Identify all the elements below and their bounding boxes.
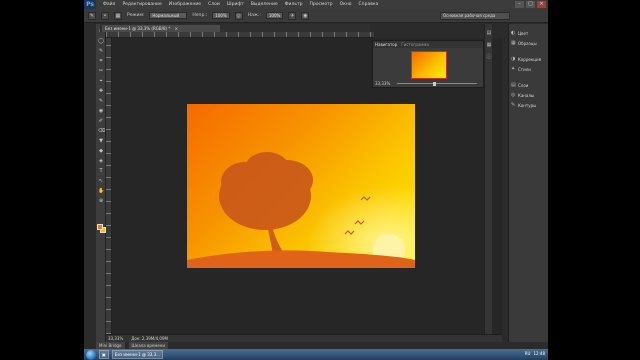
panel-layers[interactable]: ▤ Слои	[511, 80, 528, 90]
sunset-tree-illustration	[187, 104, 415, 268]
clock[interactable]: 12:48	[533, 351, 545, 356]
artboard-image[interactable]	[187, 104, 415, 268]
slice-tool-icon[interactable]: ✂	[98, 68, 104, 74]
flow-field[interactable]: 100%	[265, 12, 284, 19]
layers-icon: ▤	[511, 81, 516, 88]
photoshop-window: Ps Файл Редактирование Изображение Слои …	[84, 0, 548, 360]
tab-navigator[interactable]: Навигатор	[375, 42, 397, 47]
navigator-zoom-slider[interactable]	[397, 83, 477, 84]
close-tab-icon[interactable]: ×	[175, 26, 178, 31]
taskbar-photoshop-button[interactable]: Без имени-1 @ 33,3...	[111, 350, 163, 359]
windows-taskbar: ▣ Без имени-1 @ 33,3... RU 12:48	[84, 349, 548, 360]
pressure-opacity-icon[interactable]: ◎	[234, 11, 243, 20]
language-indicator[interactable]: RU	[525, 351, 531, 356]
panels-dock: ◐ Цвет ▦ Образцы ◑ Коррекция ✦ Стили ▤ С…	[508, 24, 548, 342]
opacity-label: Непр.:	[192, 13, 208, 18]
document-tab[interactable]: Без имени-1 @ 33,3% (RGB/8) * ×	[102, 25, 220, 32]
color-icon: ◐	[511, 29, 516, 36]
menu-select[interactable]: Выделение	[251, 2, 278, 7]
status-doc-size[interactable]: Док: 2,39M/4,09M	[131, 336, 168, 341]
menu-type[interactable]: Шрифт	[227, 2, 244, 7]
eraser-tool-icon[interactable]: ⌫	[98, 128, 105, 134]
blur-tool-icon[interactable]: ◆	[98, 148, 104, 154]
gradient-tool-icon[interactable]: ▼	[98, 138, 104, 144]
panel-channels[interactable]: ◎ Каналы	[511, 90, 534, 100]
window-controls: – □ ×	[515, 1, 546, 8]
paths-icon: ✎	[511, 101, 516, 108]
menu-filter[interactable]: Фильтр	[285, 2, 303, 7]
pressure-size-icon[interactable]: ◉	[301, 11, 310, 20]
path-select-icon[interactable]: ↖	[98, 178, 104, 184]
menu-layers[interactable]: Слои	[208, 2, 220, 7]
dodge-tool-icon[interactable]: ◈	[98, 158, 104, 164]
zoom-tool-icon[interactable]: ⊕	[98, 198, 104, 204]
panel-paths[interactable]: ✎ Контуры	[511, 100, 536, 110]
status-bar: 33,33% Док: 2,39M/4,09M	[106, 334, 502, 342]
foreground-color-swatch[interactable]	[97, 224, 103, 230]
crop-tool-icon[interactable]: ⌗	[98, 58, 104, 64]
lasso-tool-icon[interactable]: ✎	[98, 48, 104, 54]
document-tab-title: Без имени-1 @ 33,3% (RGB/8) *	[105, 26, 171, 31]
history-panel-icon[interactable]: ▤	[486, 30, 492, 36]
swatches-icon: ▦	[511, 39, 516, 46]
document-tab-bar: Без имени-1 @ 33,3% (RGB/8) * ×	[100, 24, 370, 32]
maximize-button[interactable]: □	[526, 1, 535, 8]
mode-label: Режим:	[127, 13, 145, 18]
panel-swatches[interactable]: ▦ Образцы	[511, 38, 537, 48]
menu-bar: Ps Файл Редактирование Изображение Слои …	[84, 0, 548, 9]
panel-color[interactable]: ◐ Цвет	[511, 28, 528, 38]
panel-styles[interactable]: ✦ Стили	[511, 64, 531, 74]
panel-adjustments[interactable]: ◑ Коррекция	[511, 54, 541, 64]
marquee-tool-icon[interactable]: ◯	[98, 38, 104, 44]
navigator-thumbnail[interactable]	[411, 51, 447, 79]
minimize-button[interactable]: –	[515, 1, 524, 8]
brush-panel-icon[interactable]: ▦	[114, 11, 122, 20]
tab-timeline[interactable]: Шкала времени	[128, 342, 169, 349]
collapsed-panel-dock: ▤ ▦ ⓘ	[484, 24, 492, 342]
mode-select[interactable]: Нормальный	[149, 12, 188, 19]
brush-preset-icon[interactable]: •	[101, 11, 109, 20]
properties-panel-icon[interactable]: ▦	[486, 42, 492, 48]
menu-help[interactable]: Справка	[359, 2, 379, 7]
airbrush-icon[interactable]: ✈	[288, 11, 297, 20]
tab-mini-bridge[interactable]: Mini Bridge	[96, 342, 125, 349]
info-panel-icon[interactable]: ⓘ	[486, 54, 492, 60]
start-button-icon[interactable]	[86, 349, 96, 360]
brush-tool-icon[interactable]: ✎	[98, 98, 104, 104]
options-bar: ✎ • ▦ Режим: Нормальный Непр.: 100% ◎ На…	[84, 9, 548, 23]
menu-edit[interactable]: Редактирование	[122, 2, 161, 7]
photoshop-logo-icon: Ps	[84, 0, 96, 9]
eyedropper-tool-icon[interactable]: ⌖	[98, 78, 104, 84]
flow-label: Наж.:	[247, 13, 261, 18]
bottom-panel-tabs: Mini Bridge Шкала времени	[96, 342, 246, 349]
brush-tool-icon[interactable]: ✎	[88, 11, 96, 20]
healing-tool-icon[interactable]: ✚	[98, 88, 104, 94]
close-button[interactable]: ×	[537, 1, 546, 8]
type-tool-icon[interactable]: T	[98, 168, 104, 174]
channels-icon: ◎	[511, 91, 516, 98]
adjustments-icon: ◑	[511, 55, 516, 62]
menu-file[interactable]: Файл	[103, 2, 115, 7]
menu-window[interactable]: Окно	[340, 2, 352, 7]
styles-icon: ✦	[511, 65, 516, 72]
stamp-tool-icon[interactable]: ◉	[98, 108, 104, 114]
opacity-field[interactable]: 100%	[212, 12, 230, 19]
system-tray: RU 12:48	[525, 351, 545, 356]
hand-tool-icon[interactable]: ✋	[98, 188, 104, 194]
menu-image[interactable]: Изображение	[169, 2, 201, 7]
history-brush-icon[interactable]: ✐	[98, 118, 104, 124]
menu-view[interactable]: Просмотр	[309, 2, 332, 7]
navigator-panel: Навигатор Гистограмма 33,33%	[372, 40, 484, 88]
tab-histogram[interactable]: Гистограмма	[401, 42, 429, 47]
navigator-slider-knob[interactable]	[433, 82, 436, 86]
navigator-zoom-value[interactable]: 33,33%	[375, 81, 390, 86]
tools-panel: ▭ ◯ ✎ ⌗ ✂ ⌖ ✚ ✎ ◉ ✐ ⌫ ▼ ◆ ◈ T ↖ ✋ ⊕	[96, 24, 106, 342]
status-zoom[interactable]: 33,33%	[108, 336, 123, 341]
navigator-tabs: Навигатор Гистограмма	[373, 41, 483, 48]
workspace-select[interactable]: Основная рабочая среда	[440, 12, 510, 20]
taskbar-explorer-icon[interactable]: ▣	[99, 350, 109, 359]
